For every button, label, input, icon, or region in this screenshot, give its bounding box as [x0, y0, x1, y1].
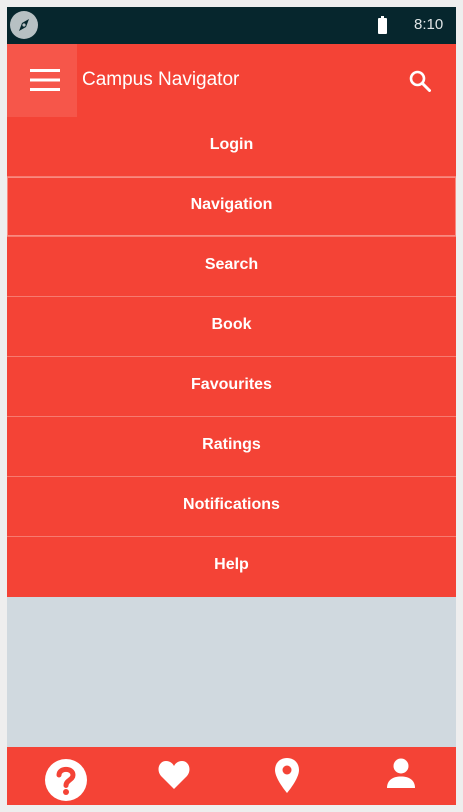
nav-location-button[interactable]: [231, 747, 343, 805]
navigation-menu: Login Navigation Search Book Favourites …: [7, 117, 456, 597]
compass-icon: [10, 11, 38, 39]
menu-item-login[interactable]: Login: [7, 117, 456, 177]
search-button[interactable]: [405, 66, 435, 96]
status-bar: 8:10: [7, 7, 456, 44]
menu-item-book[interactable]: Book: [7, 297, 456, 357]
app-screen: 8:10 Campus Navigator Login Navigation S…: [7, 7, 456, 805]
location-pin-icon: [275, 758, 299, 793]
nav-help-button[interactable]: [7, 747, 119, 805]
menu-item-search[interactable]: Search: [7, 237, 456, 297]
menu-item-ratings[interactable]: Ratings: [7, 417, 456, 477]
search-icon: [409, 70, 431, 92]
hamburger-menu-icon: [30, 69, 60, 91]
menu-button[interactable]: [7, 44, 77, 117]
nav-favourites-button[interactable]: [119, 747, 231, 805]
battery-icon: [378, 16, 387, 34]
help-icon: [45, 759, 87, 801]
app-bar: Campus Navigator: [7, 44, 456, 117]
app-title: Campus Navigator: [82, 69, 240, 90]
status-time: 8:10: [414, 16, 444, 33]
person-icon: [387, 758, 415, 788]
nav-profile-button[interactable]: [343, 747, 455, 805]
heart-icon: [158, 761, 190, 789]
menu-item-favourites[interactable]: Favourites: [7, 357, 456, 417]
menu-item-navigation[interactable]: Navigation: [7, 177, 456, 237]
menu-item-notifications[interactable]: Notifications: [7, 477, 456, 537]
bottom-navigation: [7, 747, 456, 805]
menu-item-help[interactable]: Help: [7, 537, 456, 597]
